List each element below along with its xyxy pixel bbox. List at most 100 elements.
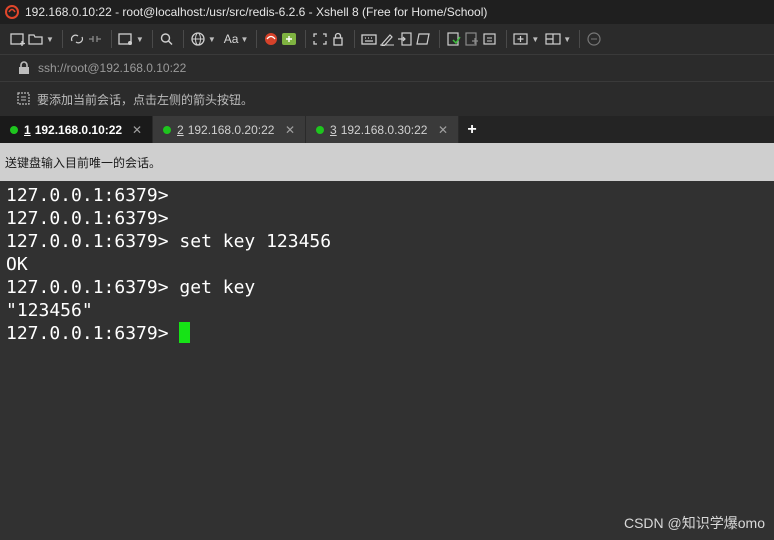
chevron-down-icon: ▼ xyxy=(531,34,540,44)
tab-session-1[interactable]: 1 192.168.0.10:22 ✕ xyxy=(0,116,153,143)
session-hint: 要添加当前会话，点击左侧的箭头按钮。 xyxy=(37,92,254,107)
add-session-arrow-icon[interactable] xyxy=(17,92,31,106)
broadcast-text: 送键盘输入目前唯一的会话。 xyxy=(5,155,162,170)
terminal-line: 127.0.0.1:6379> set key 123456 xyxy=(6,231,332,252)
terminal-cursor xyxy=(179,322,191,343)
globe-icon xyxy=(191,32,205,46)
script-icon xyxy=(416,33,431,45)
toolbar-divider xyxy=(354,30,356,48)
chevron-down-icon: ▼ xyxy=(563,34,572,44)
reconnect-button[interactable] xyxy=(69,28,85,50)
chevron-down-icon: ▼ xyxy=(135,34,144,44)
new-session-icon xyxy=(10,33,25,46)
new-session-button[interactable] xyxy=(10,28,26,50)
encoding-button[interactable]: ▼ xyxy=(190,28,216,50)
toolbar-divider xyxy=(151,30,153,48)
toolbar-divider xyxy=(439,30,441,48)
terminal-line: 127.0.0.1:6379> xyxy=(6,185,169,206)
add-tab-button[interactable]: ▼ xyxy=(513,28,539,50)
terminal-line: 127.0.0.1:6379> xyxy=(6,208,169,229)
tab-session-3[interactable]: 3 192.168.0.30:22 ✕ xyxy=(306,116,459,143)
disconnect-button[interactable] xyxy=(87,28,103,50)
tab-label: 192.168.0.10:22 xyxy=(34,122,123,137)
keyboard-button[interactable] xyxy=(361,28,378,50)
terminal-line: OK xyxy=(6,254,28,275)
connected-status-icon xyxy=(10,125,18,134)
keyboard-icon xyxy=(361,34,378,45)
tab-session-2[interactable]: 2 192.168.0.20:22 ✕ xyxy=(153,116,306,143)
highlight-button[interactable] xyxy=(379,28,395,50)
session-bar: 要添加当前会话，点击左侧的箭头按钮。 xyxy=(0,82,774,116)
toolbar-divider xyxy=(182,30,184,48)
new-window-icon xyxy=(118,33,132,45)
chevron-down-icon: ▼ xyxy=(240,34,249,44)
terminal-prompt-line: 127.0.0.1:6379> xyxy=(6,322,774,345)
terminal-prompt: 127.0.0.1:6379> xyxy=(6,323,180,344)
toolbar-divider xyxy=(305,30,307,48)
toolbar-divider xyxy=(110,30,112,48)
transfer-icon xyxy=(398,32,412,46)
disconnect-icon xyxy=(88,36,101,42)
address-bar[interactable]: ssh://root@192.168.0.10:22 xyxy=(0,54,774,82)
chevron-down-icon: ▼ xyxy=(207,34,216,44)
options-icon xyxy=(465,32,479,46)
new-window-button[interactable]: ▼ xyxy=(118,28,144,50)
help-icon xyxy=(587,32,601,46)
font-icon: Aa xyxy=(223,32,239,46)
address-url[interactable]: ssh://root@192.168.0.10:22 xyxy=(38,61,186,75)
title-bar: 192.168.0.10:22 - root@localhost:/usr/sr… xyxy=(0,0,774,24)
font-button[interactable]: Aa ▼ xyxy=(224,28,249,50)
compose-icon xyxy=(483,33,496,45)
compose-broadcast-bar[interactable]: 送键盘输入目前唯一的会话。 xyxy=(0,143,774,181)
chevron-down-icon: ▼ xyxy=(46,34,54,44)
script-button[interactable] xyxy=(415,28,431,50)
log-icon xyxy=(447,32,461,46)
terminal-line: 127.0.0.1:6379> get key xyxy=(6,277,256,298)
tab-number: 2 xyxy=(177,122,184,137)
window-title: 192.168.0.10:22 - root@localhost:/usr/sr… xyxy=(25,5,488,19)
toolbar: ▼ ▼ ▼ Aa ▼ ▼ ▼ xyxy=(0,24,774,54)
reconnect-icon xyxy=(70,34,83,44)
compose-button[interactable] xyxy=(482,28,498,50)
tab-number: 1 xyxy=(24,122,31,137)
new-tab-button[interactable]: + xyxy=(459,116,485,143)
toolbar-divider xyxy=(579,30,581,48)
terminal-line: "123456" xyxy=(6,300,93,321)
find-button[interactable] xyxy=(159,28,175,50)
transfer-button[interactable] xyxy=(397,28,413,50)
open-folder-icon xyxy=(28,34,43,45)
xftp-button[interactable] xyxy=(281,28,297,50)
xftp-icon xyxy=(282,33,297,45)
layout-button[interactable]: ▼ xyxy=(545,28,571,50)
close-icon[interactable]: ✕ xyxy=(132,123,142,137)
tab-label: 192.168.0.20:22 xyxy=(187,122,275,137)
add-tab-icon xyxy=(513,33,528,45)
close-icon[interactable]: ✕ xyxy=(285,123,295,137)
watermark: CSDN @知识学爆omo xyxy=(623,515,765,531)
layout-icon xyxy=(545,33,561,45)
terminal-area[interactable]: 127.0.0.1:6379> 127.0.0.1:6379> 127.0.0.… xyxy=(0,181,774,540)
xshell-button[interactable] xyxy=(263,28,279,50)
lock-icon xyxy=(333,32,344,46)
log-button[interactable] xyxy=(446,28,462,50)
options-button[interactable] xyxy=(464,28,480,50)
xshell-logo-icon xyxy=(265,33,278,45)
tab-label: 192.168.0.30:22 xyxy=(340,122,428,137)
lock-icon xyxy=(19,61,29,74)
toolbar-divider xyxy=(506,30,508,48)
toolbar-divider xyxy=(256,30,258,48)
xshell-app-icon xyxy=(5,5,19,19)
connected-status-icon xyxy=(316,125,324,134)
tab-number: 3 xyxy=(330,122,337,137)
lock-button[interactable] xyxy=(330,28,346,50)
close-icon[interactable]: ✕ xyxy=(438,123,448,137)
open-button[interactable]: ▼ xyxy=(28,28,54,50)
highlight-icon xyxy=(380,34,395,46)
connected-status-icon xyxy=(163,125,171,134)
toolbar-divider xyxy=(61,30,63,48)
help-button[interactable] xyxy=(586,28,602,50)
session-tabs: 1 192.168.0.10:22 ✕ 2 192.168.0.20:22 ✕ … xyxy=(0,116,774,143)
find-icon xyxy=(160,33,173,46)
fullscreen-icon xyxy=(313,33,328,45)
fullscreen-button[interactable] xyxy=(312,28,328,50)
